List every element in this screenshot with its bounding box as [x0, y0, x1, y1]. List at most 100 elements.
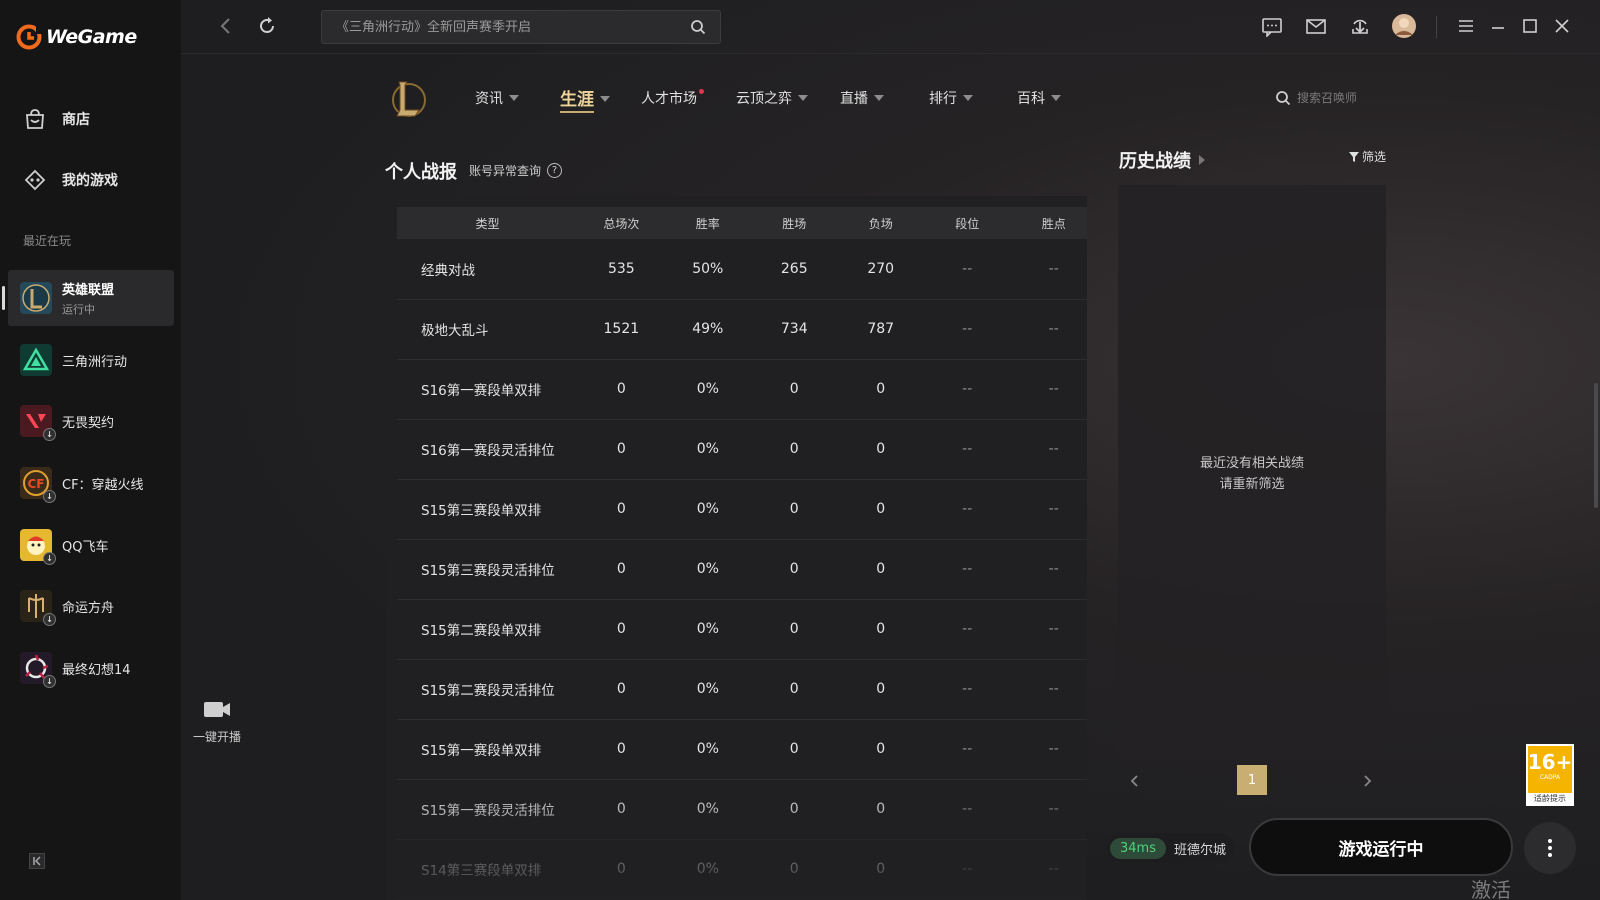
- sidebar: WeGame 商店 我的游戏 最近在玩 英雄联盟 运行中 三角洲行动 ↓ 无畏契…: [0, 0, 181, 900]
- chevron-down-icon: [509, 95, 519, 101]
- match-history-link[interactable]: 历史战绩: [1119, 147, 1205, 173]
- table-cell: 49%: [664, 299, 752, 360]
- avatar[interactable]: [1391, 13, 1417, 39]
- chat-icon[interactable]: [1261, 15, 1283, 37]
- close-icon[interactable]: [1551, 15, 1573, 37]
- nav-label: 资讯: [475, 91, 503, 107]
- scrollbar-thumb[interactable]: [1594, 383, 1598, 508]
- minimize-icon[interactable]: [1487, 15, 1509, 37]
- table-cell: 0: [751, 479, 838, 540]
- table-cell: 265: [751, 239, 838, 300]
- download-icon: ↓: [43, 675, 56, 688]
- game-running-button[interactable]: 游戏运行中: [1249, 818, 1513, 876]
- nav-career[interactable]: 生涯: [560, 85, 610, 113]
- game-name: 英雄联盟: [62, 283, 115, 298]
- crossfire-icon: CF ↓: [20, 467, 56, 503]
- search-icon: [1276, 90, 1291, 105]
- nav-ranking[interactable]: 排行: [929, 88, 973, 108]
- table-cell: --: [1010, 719, 1087, 780]
- nav-talent-market[interactable]: 人才市场: [641, 88, 708, 108]
- sidebar-game-final-fantasy-14[interactable]: ↓ 最终幻想14: [8, 640, 174, 696]
- wegame-logo[interactable]: WeGame: [16, 24, 137, 50]
- row-type-cell: S15第三赛段灵活排位: [397, 539, 579, 600]
- table-cell: 0%: [664, 659, 752, 720]
- table-cell: 0: [837, 419, 924, 480]
- table-cell: 0: [578, 839, 665, 900]
- table-cell: 0: [578, 359, 665, 420]
- top-bar: [181, 0, 1600, 54]
- sidebar-game-delta-force[interactable]: 三角洲行动: [8, 332, 174, 388]
- prev-page-button[interactable]: [1121, 767, 1149, 795]
- nav-label: 百科: [1017, 91, 1045, 107]
- download-manager-icon[interactable]: [1349, 15, 1371, 37]
- table-row: 经典对战 535 50% 265 270 -- --: [397, 239, 1087, 300]
- empty-line: 请重新筛选: [1219, 477, 1285, 492]
- back-arrow-icon[interactable]: [215, 15, 237, 37]
- table-cell: --: [923, 359, 1011, 420]
- page-number-button[interactable]: 1: [1237, 765, 1267, 795]
- nav-news[interactable]: 资讯: [475, 88, 519, 108]
- help-icon[interactable]: ?: [547, 163, 563, 178]
- account-anomaly-link[interactable]: 账号异常查询 ?: [469, 162, 563, 179]
- more-options-button[interactable]: [1524, 822, 1576, 874]
- menu-icon[interactable]: [1455, 15, 1477, 37]
- table-cell: 0: [837, 779, 924, 840]
- table-cell: 0: [837, 359, 924, 420]
- table-cell: 0: [837, 599, 924, 660]
- live-label: 一键开播: [192, 730, 241, 744]
- stats-table: 类型 总场次 胜率 胜场 负场 段位 胜点 经典对战 535 50% 265 270 --…: [397, 207, 1087, 900]
- row-type-cell: S15第三赛段单双排: [397, 479, 579, 540]
- table-cell: 0: [837, 539, 924, 600]
- sidebar-item-label: 我的游戏: [62, 173, 118, 189]
- table-cell: --: [923, 239, 1011, 300]
- global-search-input[interactable]: [336, 19, 690, 35]
- column-header: 负场: [868, 216, 893, 231]
- windows-activation-watermark: 激活 Windows: [1471, 878, 1511, 900]
- table-cell: --: [1010, 539, 1087, 600]
- table-cell: --: [923, 719, 1011, 780]
- sidebar-game-crossfire[interactable]: CF ↓ CF：穿越火线: [8, 455, 174, 511]
- table-cell: 270: [837, 239, 924, 300]
- column-header: 类型: [475, 216, 500, 231]
- sidebar-game-valorant[interactable]: ↓ 无畏契约: [8, 393, 174, 449]
- server-status[interactable]: 34ms 班德尔城: [1107, 833, 1234, 863]
- summoner-search[interactable]: 搜索召唤师: [1275, 89, 1357, 106]
- column-header: 胜率: [695, 216, 720, 231]
- refresh-icon[interactable]: [256, 15, 278, 37]
- table-cell: 0%: [664, 839, 752, 900]
- table-cell: --: [923, 659, 1011, 720]
- svg-text:CF: CF: [27, 477, 44, 491]
- table-cell: 0: [837, 839, 924, 900]
- sidebar-item-shop[interactable]: 商店: [22, 106, 90, 132]
- filter-button[interactable]: 筛选: [1349, 148, 1386, 165]
- nav-label: 云顶之弈: [736, 91, 792, 107]
- chevron-down-icon: [798, 95, 808, 101]
- stats-panel: 类型 总场次 胜率 胜场 负场 段位 胜点 经典对战 535 50% 265 270 --…: [387, 196, 1087, 900]
- one-click-live-button[interactable]: 一键开播: [189, 698, 245, 745]
- match-history-title: 历史战绩: [1119, 151, 1191, 172]
- table-cell: 734: [751, 299, 838, 360]
- league-of-legends-icon: [20, 282, 52, 314]
- search-icon[interactable]: [690, 19, 706, 35]
- nav-live[interactable]: 直播: [840, 88, 884, 108]
- wegame-logo-icon: [16, 24, 42, 50]
- sidebar-game-qq-speed[interactable]: ↓ QQ飞车: [8, 517, 174, 573]
- next-page-button[interactable]: [1353, 767, 1381, 795]
- age-rating-badge[interactable]: 16+ CADPA 适龄提示: [1526, 744, 1574, 806]
- table-row: S16第一赛段单双排 0 0% 0 0 -- --: [397, 359, 1087, 420]
- sidebar-item-my-games[interactable]: 我的游戏: [22, 167, 118, 193]
- sidebar-game-league-of-legends[interactable]: 英雄联盟 运行中: [2, 270, 174, 326]
- game-name: CF：穿越火线: [62, 477, 144, 493]
- table-cell: --: [1010, 299, 1087, 360]
- sidebar-game-lost-ark[interactable]: ↓ 命运方舟: [8, 578, 174, 634]
- nav-tft[interactable]: 云顶之弈: [736, 88, 808, 108]
- chevron-right-icon: [1364, 775, 1372, 787]
- global-search-box[interactable]: [321, 10, 721, 44]
- mail-icon[interactable]: [1305, 15, 1327, 37]
- maximize-icon[interactable]: [1519, 15, 1541, 37]
- table-cell: 0: [751, 599, 838, 660]
- league-of-legends-logo-icon[interactable]: [387, 76, 427, 120]
- column-header: 胜场: [782, 216, 807, 231]
- collapse-sidebar-icon[interactable]: [29, 853, 45, 869]
- nav-wiki[interactable]: 百科: [1017, 88, 1061, 108]
